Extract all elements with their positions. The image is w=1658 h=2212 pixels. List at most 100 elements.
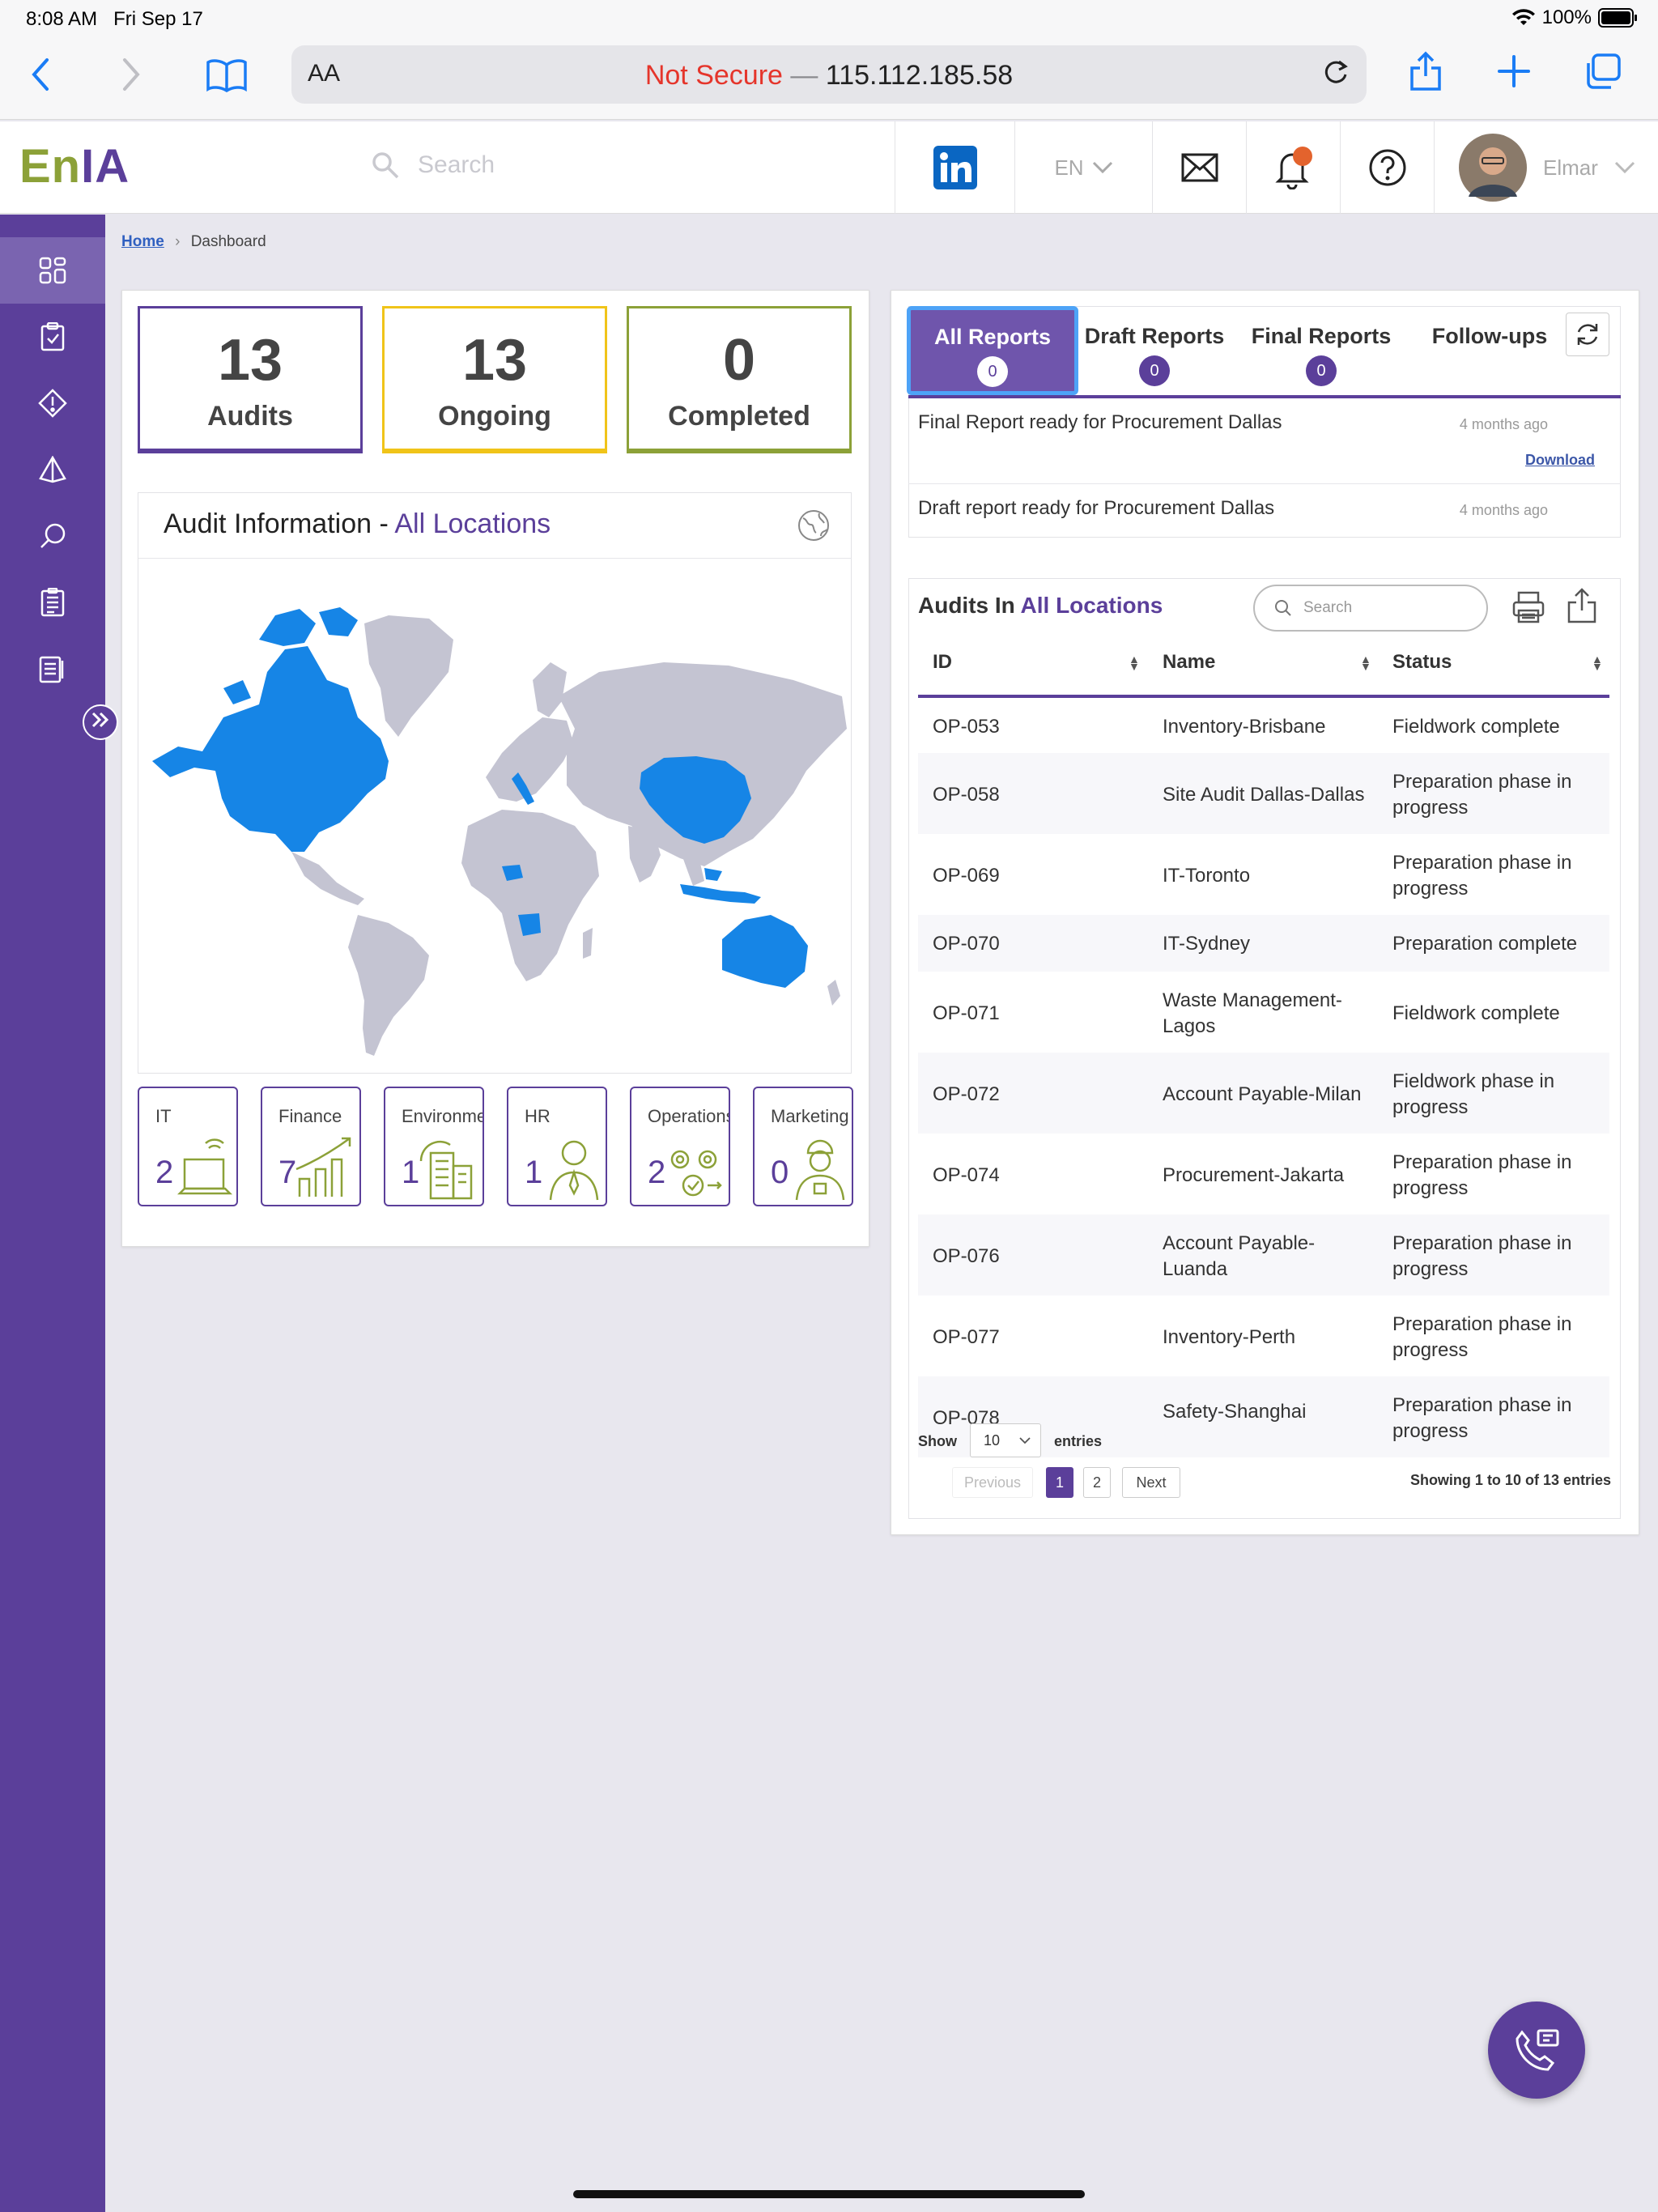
sidebar-item-controls[interactable] [0, 436, 105, 503]
kpi-audits-value: 13 [217, 328, 283, 393]
app-logo[interactable]: EnIA [19, 139, 130, 194]
diamond-alert-icon [38, 389, 67, 418]
tab-follow-ups[interactable]: Follow-ups [1415, 306, 1564, 395]
dept-tile-operations[interactable]: Operations 2 [630, 1087, 730, 1206]
user-menu[interactable]: Elmar [1434, 121, 1658, 214]
map-region-new-zealand [827, 980, 840, 1006]
kpi-ongoing[interactable]: 13 Ongoing [382, 306, 607, 453]
kpi-audits-label: Audits [207, 401, 293, 432]
table-row[interactable]: OP-072 Account Payable-Milan Fieldwork p… [918, 1053, 1609, 1134]
download-link[interactable]: Download [1525, 452, 1595, 469]
audits-search-input[interactable]: Search [1253, 585, 1488, 632]
draft-reports-count: 0 [1139, 355, 1170, 386]
linkedin-icon [933, 146, 977, 189]
search-icon [1275, 600, 1291, 616]
table-row[interactable]: OP-069 IT-Toronto Preparation phase in p… [918, 834, 1609, 915]
tabs-overview-icon[interactable] [1584, 53, 1622, 96]
report-item[interactable]: Final Report ready for Procurement Dalla… [908, 411, 1621, 484]
print-icon[interactable] [1511, 589, 1546, 629]
home-indicator [573, 2190, 1085, 2198]
dept-tile-hr[interactable]: HR 1 [507, 1087, 607, 1206]
gears-icon [670, 1150, 722, 1197]
dashboard-icon [39, 257, 66, 284]
global-search[interactable]: Search [371, 151, 495, 180]
report-icon [39, 656, 64, 683]
dept-tile-finance[interactable]: Finance 7 [261, 1087, 361, 1206]
table-row[interactable]: OP-070 IT-Sydney Preparation complete [918, 915, 1609, 972]
dept-tile-it[interactable]: IT 2 [138, 1087, 238, 1206]
table-row[interactable]: OP-071 Waste Management-Lagos Fieldwork … [918, 972, 1609, 1053]
sidebar-item-checklists[interactable] [0, 569, 105, 636]
table-row[interactable]: OP-074 Procurement-Jakarta Preparation p… [918, 1134, 1609, 1214]
tab-draft-reports[interactable]: Draft Reports 0 [1082, 306, 1227, 395]
user-name: Elmar [1543, 155, 1598, 180]
world-map[interactable] [146, 559, 850, 1069]
status-time: 8:08 AM Fri Sep 17 [26, 8, 203, 30]
page-button-1[interactable]: 1 [1046, 1467, 1073, 1498]
table-row[interactable]: OP-077 Inventory-Perth Preparation phase… [918, 1295, 1609, 1376]
breadcrumb-current: Dashboard [190, 233, 266, 250]
laptop-icon [176, 1138, 233, 1195]
language-selector[interactable]: EN [1014, 121, 1152, 214]
report-item[interactable]: Draft report ready for Procurement Dalla… [908, 497, 1621, 534]
page-size-select[interactable]: 10 [970, 1423, 1041, 1457]
previous-page-button[interactable]: Previous [952, 1467, 1033, 1498]
export-icon[interactable] [1566, 586, 1598, 629]
share-icon[interactable] [1409, 50, 1443, 98]
support-call-button[interactable] [1488, 2001, 1585, 2099]
final-reports-count: 0 [1306, 355, 1337, 386]
app-header: EnIA Search EN Elmar [0, 121, 1658, 214]
dept-tile-environment[interactable]: Environment1 [384, 1087, 484, 1206]
new-tab-icon[interactable] [1496, 53, 1532, 95]
table-row[interactable]: OP-053 Inventory-Brisbane Fieldwork comp… [918, 700, 1609, 753]
map-region-europe [486, 717, 573, 802]
wifi-icon [1511, 9, 1535, 25]
table-header-underline [918, 695, 1609, 698]
column-header-status[interactable]: Status [1392, 651, 1452, 674]
map-region-madagascar [583, 928, 593, 959]
linkedin-button[interactable] [895, 121, 1014, 214]
phone-support-icon [1516, 2029, 1559, 2071]
sort-icon[interactable]: ▲ ▼ [1129, 653, 1140, 672]
next-page-button[interactable]: Next [1122, 1467, 1180, 1498]
bookmarks-icon[interactable] [206, 58, 248, 98]
sidebar-expand-button[interactable] [83, 704, 118, 740]
dept-tile-marketing[interactable]: Marketing 0 [753, 1087, 853, 1206]
sort-icon[interactable]: ▲ ▼ [1592, 653, 1603, 672]
page-size-value: 10 [984, 1432, 1001, 1448]
tabs-underline [908, 395, 1621, 398]
sort-icon[interactable]: ▲ ▼ [1360, 653, 1371, 672]
sidebar-item-reports[interactable] [0, 636, 105, 702]
kpi-completed[interactable]: 0 Completed [627, 306, 852, 453]
column-header-name[interactable]: Name [1163, 651, 1215, 674]
table-row[interactable]: OP-076 Account Payable-Luanda Preparatio… [918, 1214, 1609, 1295]
worker-icon [795, 1139, 845, 1201]
table-row[interactable]: OP-058 Site Audit Dallas-Dallas Preparat… [918, 753, 1609, 834]
reload-icon[interactable] [1320, 57, 1352, 96]
address-bar[interactable]: AA Not Secure — 115.112.185.58 [291, 45, 1367, 104]
column-header-id[interactable]: ID [933, 651, 952, 674]
all-reports-count: 0 [977, 356, 1008, 387]
sidebar-item-risks[interactable] [0, 370, 105, 436]
tab-all-reports[interactable]: All Reports 0 [907, 306, 1078, 395]
forward-icon[interactable] [120, 57, 142, 98]
clipboard-check-icon [40, 322, 65, 351]
refresh-button[interactable] [1566, 313, 1609, 356]
kpi-audits[interactable]: 13 Audits [138, 306, 363, 453]
sidebar-item-audits[interactable] [0, 304, 105, 370]
back-icon[interactable] [29, 57, 52, 98]
tab-final-reports[interactable]: Final Reports 0 [1247, 306, 1396, 395]
checklist-icon [40, 588, 65, 617]
globe-icon[interactable] [797, 508, 831, 547]
notifications-button[interactable] [1246, 121, 1340, 214]
growth-chart-icon [295, 1137, 351, 1197]
map-region-africa [461, 810, 599, 981]
page-button-2[interactable]: 2 [1083, 1467, 1111, 1498]
sidebar-item-search[interactable] [0, 503, 105, 569]
map-region-greenland [364, 615, 453, 737]
help-button[interactable] [1340, 121, 1434, 214]
search-icon [40, 523, 66, 548]
messages-button[interactable] [1152, 121, 1246, 214]
breadcrumb-home-link[interactable]: Home [121, 233, 164, 250]
sidebar-item-dashboard[interactable] [0, 237, 105, 304]
